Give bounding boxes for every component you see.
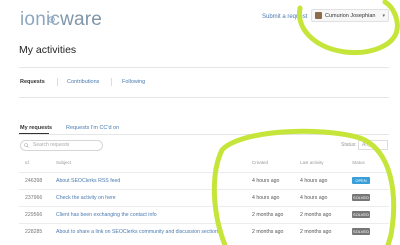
user-menu-button[interactable]: Cumurion Josephian ▾ xyxy=(311,9,389,22)
request-id: 228285 xyxy=(25,229,43,235)
divider xyxy=(19,134,389,135)
request-id: 246398 xyxy=(25,178,43,184)
search-icon xyxy=(24,143,29,148)
user-name: Cumurion Josephian xyxy=(325,12,376,19)
request-last-activity: 2 months ago xyxy=(300,229,332,235)
submit-request-link[interactable]: Submit a request xyxy=(262,14,307,20)
status-badge: OPEN xyxy=(352,177,370,184)
column-header-id[interactable]: Id xyxy=(25,160,29,165)
request-created: 4 hours ago xyxy=(252,178,280,184)
request-last-activity: 4 hours ago xyxy=(300,178,328,184)
subtab-my-requests[interactable]: My requests xyxy=(20,125,52,131)
column-header-status[interactable]: Status xyxy=(352,160,365,165)
table-row: 228285 About to share a link on SEOClerk… xyxy=(19,223,389,240)
chevron-down-icon: ▾ xyxy=(382,12,385,19)
request-subject-link[interactable]: About SEOClerks RSS feed xyxy=(56,178,120,184)
request-subject-link[interactable]: Client has been exchanging the contact i… xyxy=(56,212,157,218)
request-id: 237966 xyxy=(25,195,43,201)
logo[interactable]: ionicware xyxy=(20,9,102,31)
subtab-cc-requests[interactable]: Requests I'm CC'd on xyxy=(66,125,119,131)
divider xyxy=(19,67,389,68)
table-row: 246398 About SEOClerks RSS feed 4 hours … xyxy=(19,172,389,189)
tab-contributions[interactable]: Contributions xyxy=(67,79,99,85)
request-last-activity: 2 months ago xyxy=(300,212,332,218)
logo-icon xyxy=(48,16,55,23)
search-input[interactable]: Search requests xyxy=(20,140,103,151)
request-id: 229566 xyxy=(25,212,43,218)
avatar xyxy=(315,12,322,19)
status-badge: SOLVED xyxy=(352,228,370,235)
status-badge: SOLVED xyxy=(352,194,370,201)
request-subject-link[interactable]: About to share a link on SEOClerks commu… xyxy=(56,229,218,235)
status-badge: SOLVED xyxy=(352,211,370,218)
tab-requests[interactable]: Requests xyxy=(20,79,45,85)
divider xyxy=(19,97,389,98)
table-row: 229566 Client has been exchanging the co… xyxy=(19,206,389,223)
status-filter-select[interactable]: Any xyxy=(358,140,388,150)
column-header-created[interactable]: Created xyxy=(252,160,268,165)
request-created: 2 months ago xyxy=(252,212,284,218)
tab-separator xyxy=(57,78,58,86)
column-header-subject[interactable]: Subject xyxy=(56,160,71,165)
request-last-activity: 4 hours ago xyxy=(300,195,328,201)
tab-separator xyxy=(111,78,112,86)
request-created: 2 months ago xyxy=(252,229,284,235)
request-created: 4 hours ago xyxy=(252,195,280,201)
page-title: My activities xyxy=(19,44,77,56)
tab-following[interactable]: Following xyxy=(122,79,145,85)
status-filter-label: Status: xyxy=(341,142,357,148)
logo-text-ware: ware xyxy=(60,9,103,30)
request-subject-link[interactable]: Check the activity on here xyxy=(56,195,116,201)
column-header-last-activity[interactable]: Last activity xyxy=(300,160,324,165)
table-row: 237966 Check the activity on here 4 hour… xyxy=(19,189,389,206)
